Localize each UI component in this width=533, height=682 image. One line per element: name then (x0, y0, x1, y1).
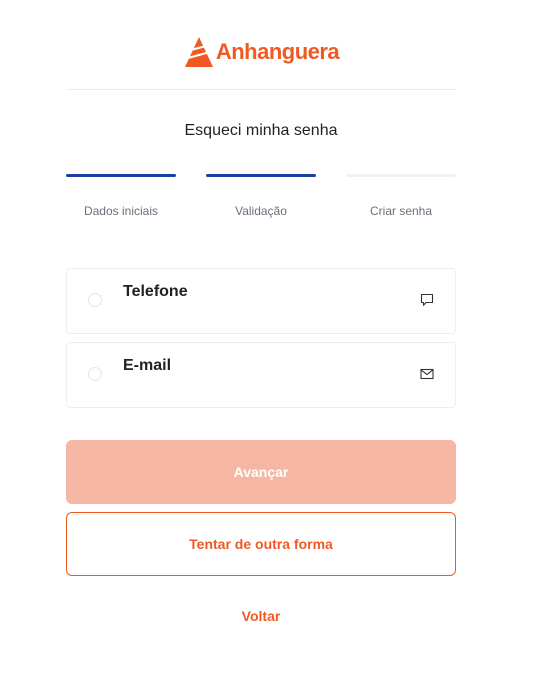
header-divider (66, 89, 456, 90)
step-bar (206, 174, 316, 177)
step-validacao: Validação (206, 174, 316, 218)
option-telefone[interactable]: Telefone (66, 268, 456, 334)
step-label: Dados iniciais (83, 204, 159, 218)
advance-button[interactable]: Avançar (66, 440, 456, 504)
step-label: Criar senha (369, 204, 433, 218)
progress-stepper: Dados iniciais Validação Criar senha (66, 174, 456, 224)
back-link[interactable]: Voltar (66, 608, 456, 624)
brand-name: Anhanguera (215, 39, 340, 64)
radio-telefone[interactable] (88, 293, 102, 307)
option-title: E-mail (123, 357, 172, 374)
page-title: Esqueci minha senha (184, 122, 338, 139)
anhanguera-logo-icon (184, 37, 213, 67)
radio-email[interactable] (88, 367, 102, 381)
message-icon (420, 293, 434, 306)
step-dados-iniciais: Dados iniciais (66, 174, 176, 218)
option-email[interactable]: E-mail (66, 342, 456, 408)
mail-icon (420, 368, 434, 380)
step-criar-senha: Criar senha (346, 174, 456, 218)
step-bar (66, 174, 176, 177)
step-label: Validação (235, 204, 287, 218)
option-title: Telefone (123, 283, 188, 300)
brand-logo: Anhanguera (0, 36, 523, 68)
try-another-way-button[interactable]: Tentar de outra forma (66, 512, 456, 576)
step-bar (346, 174, 456, 177)
